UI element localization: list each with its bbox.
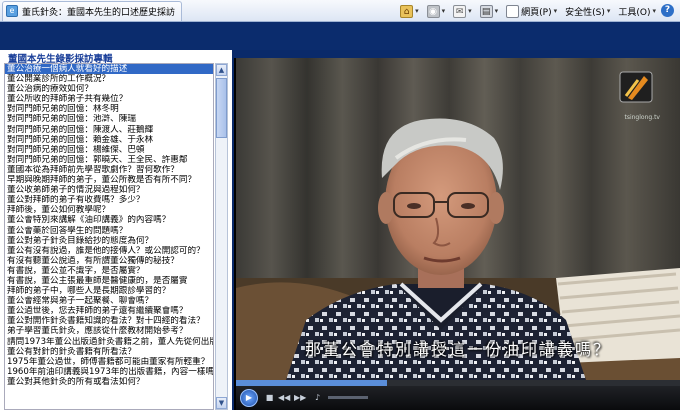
home-icon: ⌂ xyxy=(400,4,414,18)
home-button[interactable]: ⌂ ▾ xyxy=(398,3,421,19)
topic-list-item[interactable]: 董公對開作針灸書籍知識的看法？對十四經的看法？ xyxy=(5,316,213,326)
topic-list-item[interactable]: 董公會藥於回答學生的問題嗎？ xyxy=(5,226,213,236)
chevron-down-icon: ▾ xyxy=(415,7,419,15)
topic-list-item[interactable]: 董公會特別來講解《油印講義》的內容嗎？ xyxy=(5,215,213,225)
topic-list-item[interactable]: 拜師後，董公如何教學呢？ xyxy=(5,205,213,215)
topic-list-item[interactable]: 董公對其他針灸的所有或看法如何？ xyxy=(5,377,213,387)
play-button[interactable]: ▶ xyxy=(240,389,258,407)
mail-button[interactable]: ✉ ▾ xyxy=(451,3,474,19)
topic-list-item[interactable]: 對同門師兄弟的回憶：賴金雄、于永林 xyxy=(5,135,213,145)
topic-list-item[interactable]: 對同門師兄弟的回憶：池滸、陳瑞 xyxy=(5,114,213,124)
browser-tab-bar: e 董氏針灸：董國本先生的口述歷史採訪 ⌂ ▾ ◉ ▾ ✉ ▾ ▤ ▾ 網頁(P… xyxy=(0,0,680,22)
seek-bar[interactable] xyxy=(236,380,680,386)
topic-list-item[interactable]: 請問1973年董公出版過針灸書籍之前，董人先從何出版？ xyxy=(5,337,213,347)
topic-list-item[interactable]: 董公開業診所的工作概況？ xyxy=(5,74,213,84)
topic-list-item[interactable]: 董公治病的療效如何？ xyxy=(5,84,213,94)
topic-list-item[interactable]: 董公治療一個病人就看好的描述 xyxy=(5,64,213,75)
topic-list-item[interactable]: 董公對弟子針灸目錄給抄的態度為何？ xyxy=(5,236,213,246)
topic-list-item[interactable]: 董公有沒有說過，誰是他的接傳人？或公開認可的？ xyxy=(5,246,213,256)
interview-list-panel: 董國本先生錄影採訪專輯 董公治療一個病人就看好的描述 董公開業診所的工作概況？ 董公… xyxy=(0,50,232,410)
chevron-down-icon: ▾ xyxy=(441,7,446,15)
printer-icon: ▤ xyxy=(479,4,493,18)
tools-menu-label: 工具(O) xyxy=(618,7,651,18)
list-scrollbar[interactable]: ▲ ▼ xyxy=(215,63,228,410)
scrollbar-thumb[interactable] xyxy=(216,78,227,138)
topic-list-item[interactable]: 對同門師兄弟的回憶：楊維傑、巴頓 xyxy=(5,145,213,155)
topic-list-item[interactable]: 拜師的弟子中，哪些人是長期跟診學習的？ xyxy=(5,286,213,296)
chevron-down-icon: ▾ xyxy=(652,7,656,15)
page-icon xyxy=(506,4,520,18)
topic-list-item[interactable]: 董公過世後，您去拜師的弟子還有繼續聚會嗎？ xyxy=(5,306,213,316)
topic-list-item[interactable]: 對同門師兄弟的回憶：郭曉天、王全民、許惠鄰 xyxy=(5,155,213,165)
topic-list-item[interactable]: 董公對拜師的弟子有收費嗎？多少？ xyxy=(5,195,213,205)
chevron-down-icon: ▾ xyxy=(494,7,499,15)
command-bar: ⌂ ▾ ◉ ▾ ✉ ▾ ▤ ▾ 網頁(P) ▾ 安全性(S) ▾ 工具(O) ▾ xyxy=(398,2,658,20)
topic-list-item[interactable]: 對同門師兄弟的回憶：陳渡人、莊鵝輝 xyxy=(5,125,213,135)
tools-menu-button[interactable]: 工具(O) ▾ xyxy=(616,3,658,19)
video-subtitle: 那董公會特別講授這一份油印講義嗎？ xyxy=(304,340,611,359)
volume-slider[interactable] xyxy=(328,396,368,399)
page-favicon-icon: e xyxy=(6,5,18,17)
page-header-band xyxy=(0,22,680,50)
next-icon[interactable]: ▶▶ xyxy=(294,392,306,403)
topic-list-item[interactable]: 有沒有聽董公說過，有所謂董公獨傳的秘技？ xyxy=(5,256,213,266)
mail-icon: ✉ xyxy=(453,4,467,18)
stop-icon[interactable]: ■ xyxy=(264,392,275,403)
feeds-button[interactable]: ◉ ▾ xyxy=(425,3,448,19)
topic-list-item[interactable]: 1960年前油印講義與1973年的出版書籍，內容一樣嗎？ xyxy=(5,367,213,377)
topic-list-item[interactable]: 有書說，董公主張最重師是醫健康的，是否屬實 xyxy=(5,276,213,286)
page-menu-button[interactable]: 網頁(P) ▾ xyxy=(504,3,559,19)
chevron-down-icon: ▾ xyxy=(553,7,558,15)
video-player[interactable]: tsinglong.tv 那董公會特別講授這一份油印講義嗎？ ▶ ■ ◀◀ ▶▶… xyxy=(234,58,680,410)
topic-list-item[interactable]: 對同門師兄弟的回憶：林冬明 xyxy=(5,104,213,114)
tab-title: 董氏針灸：董國本先生的口述歷史採訪 xyxy=(22,7,176,18)
player-controls: ▶ ■ ◀◀ ▶▶ ♪ xyxy=(236,380,680,410)
topic-list-item[interactable]: 董公有對針的針灸書籍有所看法？ xyxy=(5,347,213,357)
channel-logo-text: tsinglong.tv xyxy=(624,114,660,121)
topic-list-item[interactable]: 董公所收的拜師弟子共有幾位？ xyxy=(5,94,213,104)
chevron-down-icon: ▾ xyxy=(468,7,472,15)
topic-list-item[interactable]: 有書說，董公並不識字，是否屬實？ xyxy=(5,266,213,276)
safety-menu-label: 安全性(S) xyxy=(565,7,605,18)
topic-list-item[interactable]: 董公會經常與弟子一起聚餐、聊會嗎？ xyxy=(5,296,213,306)
topic-list-item[interactable]: 早期與晚期拜師的弟子，董公所教是否有所不同？ xyxy=(5,175,213,185)
topic-list-item[interactable]: 董公收弟師弟子的情況與過程如何？ xyxy=(5,185,213,195)
topic-list-item[interactable]: 弟子學習董氏針灸，應該從什麼教材開始參考？ xyxy=(5,326,213,336)
previous-icon[interactable]: ◀◀ xyxy=(278,392,290,403)
safety-menu-button[interactable]: 安全性(S) ▾ xyxy=(563,3,612,19)
page-menu-label: 網頁(P) xyxy=(521,7,552,18)
chevron-down-icon: ▾ xyxy=(606,7,611,15)
scroll-down-icon[interactable]: ▼ xyxy=(216,397,227,409)
topic-list[interactable]: 董公治療一個病人就看好的描述 董公開業診所的工作概況？ 董公治病的療效如何？ 董公所收… xyxy=(4,63,214,410)
print-button[interactable]: ▤ ▾ xyxy=(478,3,501,19)
scroll-up-icon[interactable]: ▲ xyxy=(216,64,227,76)
topic-list-item[interactable]: 董國本從為拜師前先學習歌劇作？習何歌作？ xyxy=(5,165,213,175)
interview-scene xyxy=(236,58,680,380)
channel-logo-icon xyxy=(619,71,653,103)
seek-bar-fill xyxy=(236,380,387,386)
video-frame[interactable]: tsinglong.tv 那董公會特別講授這一份油印講義嗎？ xyxy=(236,58,680,380)
browser-tab[interactable]: e 董氏針灸：董國本先生的口述歷史採訪 xyxy=(2,0,183,21)
help-icon[interactable]: ? xyxy=(661,4,674,17)
volume-icon[interactable]: ♪ xyxy=(312,392,323,403)
rss-feed-icon: ◉ xyxy=(426,4,440,18)
topic-list-item[interactable]: 1975年董公過世，師傅書籍都可能由董家有所輕重？ xyxy=(5,357,213,367)
